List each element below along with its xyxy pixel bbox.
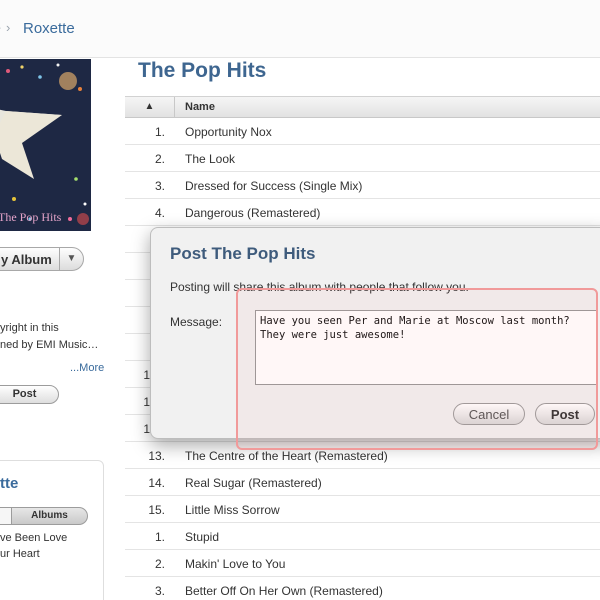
track-number: 3. [154,179,165,193]
dialog-title: Post The Pop Hits [170,244,316,263]
track-title: Opportunity Nox [185,125,272,139]
breadcrumb: › › Roxette [0,0,600,58]
breadcrumb-arrow-icon: › [0,19,1,36]
table-row[interactable]: 1. Opportunity Nox [125,118,600,145]
copyright-line-1: yright in this [0,322,59,334]
track-number: 3. [154,584,165,598]
message-label: Message: [170,315,223,329]
track-title: Dressed for Success (Single Mix) [185,179,363,193]
track-number: 1. [154,125,165,139]
table-row[interactable]: 2. The Look [125,145,600,172]
track-number: 15. [148,503,165,517]
track-title: The Look [185,152,236,166]
post-button[interactable]: Post [0,385,59,404]
list-item[interactable]: ur Heart [0,548,40,560]
track-number: 4. [154,206,165,220]
more-link[interactable]: ...More [70,362,104,374]
table-row[interactable]: 3. Dressed for Success (Single Mix) [125,172,600,199]
artist-name[interactable]: tte [0,475,18,492]
track-number-fragment: 1 [143,395,150,409]
page-title: The Pop Hits [138,59,267,82]
table-row[interactable]: 14. Real Sugar (Remastered) [125,469,600,496]
table-row[interactable]: 15. Little Miss Sorrow [125,496,600,523]
chevron-right-icon: › [6,20,11,35]
track-title: Real Sugar (Remastered) [185,476,322,490]
table-row[interactable]: 4. Dangerous (Remastered) [125,199,600,226]
album-art: The Pop Hits [0,59,91,231]
column-header-name[interactable]: Name [185,101,215,113]
track-title: The Centre of the Heart (Remastered) [185,449,388,463]
breadcrumb-link-artist[interactable]: Roxette [23,20,75,37]
buy-album-button[interactable]: y Album [0,247,60,271]
table-row[interactable]: 2. Makin' Love to You [125,550,600,577]
track-title: Dangerous (Remastered) [185,206,321,220]
copyright-line-2: ned by EMI Music… [0,339,99,351]
track-title: Little Miss Sorrow [185,503,280,517]
track-title: Stupid [185,530,220,544]
track-number: 13. [148,449,165,463]
album-art-title: The Pop Hits [0,210,62,224]
buy-options-chevron-down-icon[interactable]: ▼ [59,247,84,271]
track-number: 14. [148,476,165,490]
tab-albums[interactable]: Albums [11,507,88,525]
track-title: Makin' Love to You [185,557,286,571]
list-item[interactable]: ve Been Love [0,532,67,544]
track-number-fragment: 1 [143,422,150,436]
table-row[interactable]: 1. Stupid [125,523,600,550]
track-title: Better Off On Her Own (Remastered) [185,584,383,598]
table-row[interactable]: 3. Better Off On Her Own (Remastered) [125,577,600,600]
track-number: 1. [154,530,165,544]
highlight-overlay [236,288,598,450]
track-number-fragment: 1 [143,368,150,382]
star-art-icon [0,59,91,231]
table-header: ▲ Name [125,96,600,118]
track-number: 2. [154,557,165,571]
track-number: 2. [154,152,165,166]
sort-ascending-icon[interactable]: ▲ [125,97,175,117]
